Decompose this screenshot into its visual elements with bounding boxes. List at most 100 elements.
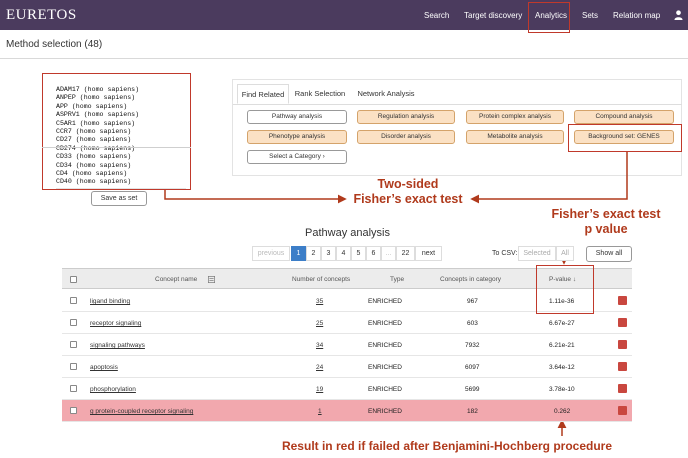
table-row[interactable]: signaling pathways 34 ENRICHED 7932 6.21… bbox=[62, 334, 632, 356]
nav-search[interactable]: Search bbox=[424, 11, 449, 20]
csv-selected-button[interactable]: Selected bbox=[518, 246, 556, 261]
list-item[interactable]: ASPRV1 (homo sapiens) bbox=[56, 111, 186, 119]
pager-page-6[interactable]: 6 bbox=[366, 246, 381, 261]
p-value: 0.262 bbox=[554, 408, 571, 415]
list-item[interactable]: CD34 (homo sapiens) bbox=[56, 162, 186, 170]
concepts-in-category: 603 bbox=[467, 320, 478, 327]
list-item[interactable]: CD40 (homo sapiens) bbox=[56, 178, 186, 186]
list-item[interactable]: APP (homo sapiens) bbox=[56, 103, 186, 111]
list-item[interactable]: CCR7 (homo sapiens) bbox=[56, 128, 186, 136]
list-item[interactable]: C5AR1 (homo sapiens) bbox=[56, 120, 186, 128]
concepts-in-category: 967 bbox=[467, 298, 478, 305]
concept-list-box[interactable]: ADAM17 (homo sapiens) ANPEP (homo sapien… bbox=[42, 73, 191, 190]
user-icon[interactable] bbox=[674, 10, 683, 20]
nav-sets[interactable]: Sets bbox=[582, 11, 598, 20]
concept-count-link[interactable]: 35 bbox=[316, 298, 323, 305]
p-value: 6.67e-27 bbox=[549, 320, 575, 327]
pager-page-2[interactable]: 2 bbox=[306, 246, 321, 261]
concept-name-link[interactable]: receptor signaling bbox=[90, 320, 141, 327]
column-concept-name[interactable]: Concept name bbox=[155, 276, 197, 283]
concepts-in-category: 182 bbox=[467, 408, 478, 415]
p-value: 6.21e-21 bbox=[549, 342, 575, 349]
delete-icon[interactable] bbox=[618, 384, 627, 393]
list-item[interactable]: CD27 (homo sapiens) bbox=[56, 136, 186, 144]
list-divider bbox=[42, 147, 191, 148]
row-checkbox[interactable] bbox=[70, 341, 77, 348]
tab-network-analysis[interactable]: Network Analysis bbox=[355, 84, 417, 104]
pager-page-3[interactable]: 3 bbox=[321, 246, 336, 261]
concept-type: ENRICHED bbox=[368, 298, 402, 305]
delete-icon[interactable] bbox=[618, 362, 627, 371]
delete-icon[interactable] bbox=[618, 340, 627, 349]
concept-name-link[interactable]: phosphorylation bbox=[90, 386, 136, 393]
row-checkbox[interactable] bbox=[70, 385, 77, 392]
concept-count-link[interactable]: 1 bbox=[318, 408, 322, 415]
concepts-in-category: 5699 bbox=[465, 386, 480, 393]
disorder-analysis-button[interactable]: Disorder analysis bbox=[357, 130, 455, 144]
app-logo[interactable]: EURETOS bbox=[6, 7, 77, 24]
delete-icon[interactable] bbox=[618, 318, 627, 327]
select-all-checkbox[interactable] bbox=[70, 276, 77, 283]
concept-count-link[interactable]: 25 bbox=[316, 320, 323, 327]
show-all-button[interactable]: Show all bbox=[586, 246, 632, 262]
select-category-button[interactable]: Select a Category › bbox=[247, 150, 347, 164]
nav-relation-map[interactable]: Relation map bbox=[613, 11, 660, 20]
compound-analysis-button[interactable]: Compound analysis bbox=[574, 110, 674, 124]
concept-count-link[interactable]: 24 bbox=[316, 364, 323, 371]
table-row[interactable]: phosphorylation 19 ENRICHED 5699 3.78e-1… bbox=[62, 378, 632, 400]
list-item[interactable]: CD4 (homo sapiens) bbox=[56, 170, 186, 178]
pager-page-4[interactable]: 4 bbox=[336, 246, 351, 261]
arrow-list-to-test bbox=[164, 190, 347, 204]
pager-page-5[interactable]: 5 bbox=[351, 246, 366, 261]
regulation-analysis-button[interactable]: Regulation analysis bbox=[357, 110, 455, 124]
pager-page-22[interactable]: 22 bbox=[396, 246, 415, 261]
row-checkbox[interactable] bbox=[70, 297, 77, 304]
delete-icon[interactable] bbox=[618, 406, 627, 415]
table-row[interactable]: apoptosis 24 ENRICHED 6097 3.64e-12 bbox=[62, 356, 632, 378]
save-as-set-button[interactable]: Save as set bbox=[91, 191, 147, 206]
table-row[interactable]: receptor signaling 25 ENRICHED 603 6.67e… bbox=[62, 312, 632, 334]
column-number-of-concepts[interactable]: Number of concepts bbox=[292, 276, 350, 283]
background-set-highlight-box bbox=[568, 124, 682, 152]
annotation-red-result: Result in red if failed after Benjamini-… bbox=[281, 439, 613, 453]
concept-list[interactable]: ADAM17 (homo sapiens) ANPEP (homo sapien… bbox=[56, 86, 186, 189]
list-item[interactable]: ANPEP (homo sapiens) bbox=[56, 94, 186, 102]
row-checkbox[interactable] bbox=[70, 407, 77, 414]
column-concepts-in-category[interactable]: Concepts in category bbox=[440, 276, 501, 283]
tab-rank-selection[interactable]: Rank Selection bbox=[293, 84, 347, 104]
column-settings-icon[interactable] bbox=[208, 276, 215, 283]
p-value: 3.64e-12 bbox=[549, 364, 575, 371]
delete-icon[interactable] bbox=[618, 296, 627, 305]
row-checkbox[interactable] bbox=[70, 363, 77, 370]
p-value-highlight-box bbox=[536, 265, 594, 314]
pager-previous[interactable]: previous bbox=[252, 246, 290, 261]
pager-next[interactable]: next bbox=[415, 246, 442, 261]
concept-name-link[interactable]: apoptosis bbox=[90, 364, 118, 371]
row-checkbox[interactable] bbox=[70, 319, 77, 326]
annotation-fisher-test: Fisher’s exact test bbox=[353, 192, 463, 206]
concept-type: ENRICHED bbox=[368, 408, 402, 415]
concept-name-link[interactable]: g protein-coupled receptor signaling bbox=[90, 408, 193, 415]
csv-all-button[interactable]: All bbox=[556, 246, 574, 261]
screen: EURETOS Search Target discovery Analytic… bbox=[0, 0, 688, 458]
concepts-in-category: 7932 bbox=[465, 342, 480, 349]
table-row-failed[interactable]: g protein-coupled receptor signaling 1 E… bbox=[62, 400, 632, 422]
nav-target-discovery[interactable]: Target discovery bbox=[464, 11, 522, 20]
pathway-analysis-button[interactable]: Pathway analysis bbox=[247, 110, 347, 124]
phenotype-analysis-button[interactable]: Phenotype analysis bbox=[247, 130, 347, 144]
protein-complex-analysis-button[interactable]: Protein complex analysis bbox=[466, 110, 564, 124]
column-type[interactable]: Type bbox=[390, 276, 404, 283]
list-item[interactable]: ADAM17 (homo sapiens) bbox=[56, 86, 186, 94]
concept-name-link[interactable]: ligand binding bbox=[90, 298, 130, 305]
concept-count-link[interactable]: 19 bbox=[316, 386, 323, 393]
concepts-in-category: 6097 bbox=[465, 364, 480, 371]
concept-type: ENRICHED bbox=[368, 386, 402, 393]
tab-find-related[interactable]: Find Related bbox=[237, 84, 289, 104]
pager-page-1[interactable]: 1 bbox=[291, 246, 306, 261]
list-item[interactable]: CD33 (homo sapiens) bbox=[56, 153, 186, 161]
top-nav: EURETOS Search Target discovery Analytic… bbox=[0, 0, 688, 30]
concept-type: ENRICHED bbox=[368, 320, 402, 327]
concept-name-link[interactable]: signaling pathways bbox=[90, 342, 145, 349]
concept-count-link[interactable]: 34 bbox=[316, 342, 323, 349]
metabolite-analysis-button[interactable]: Metabolite analysis bbox=[466, 130, 564, 144]
